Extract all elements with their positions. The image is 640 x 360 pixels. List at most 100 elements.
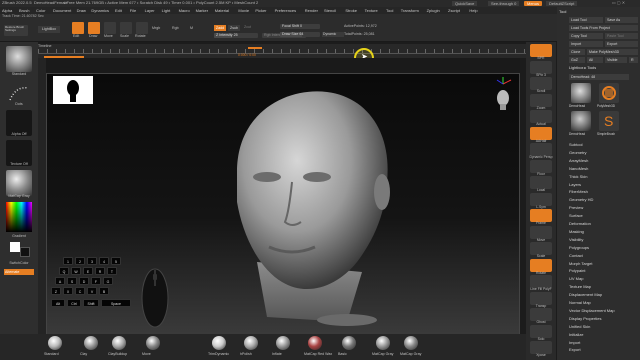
shelf-button-move[interactable] [530, 225, 552, 239]
document-canvas[interactable]: 1 2 3 4 5 Q W E R T A S D F G Z X C V B Alt Ctrl Shift Space [46, 73, 520, 335]
tool-thumb-demohead[interactable] [571, 83, 591, 103]
quicksave-button[interactable]: QuickSave [452, 1, 478, 6]
subpalette-display-properties[interactable]: Display Properties [569, 316, 601, 321]
edit-mode-button[interactable] [72, 22, 84, 34]
export-button[interactable]: Export [605, 41, 638, 47]
subpalette-masking[interactable]: Masking [569, 229, 584, 234]
default-zscript-button[interactable]: DefaultZScript [546, 1, 578, 6]
menu-render[interactable]: Render [305, 8, 318, 13]
shelf-button-l-sym[interactable] [530, 192, 552, 206]
tool-thumb-demohead-2[interactable] [571, 111, 591, 131]
zadd-button[interactable]: Zadd [214, 25, 226, 31]
head-sculpt-model[interactable] [197, 82, 417, 334]
zcut-button[interactable]: Zcut [244, 25, 251, 30]
subpalette-layers[interactable]: Layers [569, 182, 581, 187]
current-tool-slider[interactable]: DemoHead: 48 [569, 74, 629, 80]
navigation-gizmo[interactable] [491, 76, 515, 116]
copy-tool-button[interactable]: Copy Tool [569, 33, 603, 39]
tool-thumb-simplebrush[interactable]: S [599, 111, 619, 131]
mrgb-toggle[interactable]: Mrgb [152, 26, 160, 31]
menu-stencil[interactable]: Stencil [324, 8, 336, 13]
lightbox-tools-link[interactable]: Lightbox ▸ Tools [569, 66, 596, 71]
menu-macro[interactable]: Macro [179, 8, 190, 13]
save-as-button[interactable]: Save As [605, 17, 638, 23]
see-through-slider[interactable]: See-through 0 [488, 1, 520, 6]
subpalette-uv-map[interactable]: UV Map [569, 277, 583, 281]
shelf-thumb-1[interactable] [84, 336, 98, 350]
subpalette-unified-skin[interactable]: Unified Skin [569, 324, 590, 329]
menu-light[interactable]: Light [162, 8, 171, 13]
clone-button[interactable]: Clone [569, 49, 585, 55]
menu-material[interactable]: Material [215, 8, 229, 13]
secondary-color-swatch[interactable] [20, 247, 30, 257]
move-mode-button[interactable] [104, 22, 116, 34]
import-button[interactable]: Import [569, 41, 603, 47]
subpalette-thick-skin[interactable]: Thick Skin [569, 174, 587, 179]
subpalette-vector-displacement-map[interactable]: Vector Displacement Map [569, 308, 615, 313]
color-picker[interactable] [6, 202, 32, 232]
menu-alpha[interactable]: Alpha [2, 8, 12, 13]
m-toggle[interactable]: M [190, 26, 193, 31]
subpalette-deformation[interactable]: Deformation [569, 222, 591, 226]
subpalette-visibility[interactable]: Visibility [569, 237, 583, 242]
lightbox-button[interactable]: LightBox [38, 26, 60, 33]
shelf-thumb-0[interactable] [48, 336, 62, 350]
menu-dynamics[interactable]: Dynamics [91, 8, 109, 13]
shelf-thumb-5[interactable] [244, 336, 258, 350]
shelf-thumb-8[interactable] [342, 336, 356, 350]
menu-zplugin[interactable]: Zplugin [427, 8, 440, 13]
menu-stroke[interactable]: Stroke [345, 8, 357, 13]
draw-mode-button[interactable] [88, 22, 100, 34]
subpalette-polygroups[interactable]: Polygroups [569, 245, 589, 250]
brush-thumbnail[interactable] [6, 46, 32, 72]
subpalette-subtool[interactable]: Subtool [569, 143, 583, 147]
shelf-thumb-6[interactable] [276, 336, 290, 350]
menu-texture[interactable]: Texture [365, 8, 378, 13]
r-button[interactable]: R [629, 57, 638, 63]
subpalette-surface[interactable]: Surface [569, 214, 583, 218]
load-tools-from-project-button[interactable]: Load Tools From Project [569, 25, 638, 31]
subpalette-fibermesh[interactable]: FiberMesh [569, 190, 588, 194]
subpalette-contact[interactable]: Contact [569, 253, 583, 258]
menus-button[interactable]: Menus [524, 1, 543, 6]
subpalette-displacement-map[interactable]: Displacement Map [569, 293, 602, 297]
subpalette-preview[interactable]: Preview [569, 206, 583, 210]
shelf-thumb-10[interactable] [404, 336, 418, 350]
all-button[interactable]: All [587, 57, 603, 63]
shelf-button-transp[interactable] [530, 291, 552, 305]
switch-color-button[interactable]: SwitchColor [0, 261, 38, 266]
subpalette-nanomesh[interactable]: NanoMesh [569, 166, 588, 171]
timeline-playhead[interactable] [248, 47, 262, 49]
material-thumbnail[interactable] [6, 170, 32, 196]
menu-preferences[interactable]: Preferences [275, 8, 297, 13]
subpalette-normal-map[interactable]: Normal Map [569, 301, 591, 305]
menu-draw[interactable]: Draw [77, 8, 86, 13]
menu-edit[interactable]: Edit [115, 8, 122, 13]
subpalette-export[interactable]: Export [569, 348, 581, 352]
shelf-thumb-3[interactable] [146, 336, 160, 350]
shelf-button-rotate[interactable] [530, 258, 552, 272]
menu-layer[interactable]: Layer [145, 8, 155, 13]
subpalette-import[interactable]: Import [569, 340, 580, 345]
draw-size-slider[interactable]: Draw Size 64 [280, 32, 320, 37]
rgb-toggle[interactable]: Rgb [172, 26, 179, 31]
subpalette-geometry-hd[interactable]: Geometry HD [569, 198, 593, 202]
shelf-button-zoom[interactable] [530, 93, 552, 107]
menu-brush[interactable]: Brush [19, 8, 29, 13]
menu-file[interactable]: File [130, 8, 136, 13]
shelf-thumb-9[interactable] [376, 336, 390, 350]
zsub-button[interactable]: Zsub [228, 25, 240, 31]
shelf-button-solo[interactable] [530, 324, 552, 338]
paste-tool-button[interactable]: Paste Tool [605, 33, 638, 39]
menu-picker[interactable]: Picker [255, 8, 266, 13]
shelf-button-spix-3[interactable] [530, 60, 552, 74]
menu-tool[interactable]: Tool [386, 8, 393, 13]
shelf-button-floor[interactable] [530, 159, 552, 173]
alternate-button[interactable]: Alternate [4, 269, 34, 275]
goz-button[interactable]: GoZ [569, 57, 585, 63]
shelf-thumb-4[interactable] [212, 336, 226, 350]
visible-button[interactable]: Visible [605, 57, 627, 63]
scale-mode-button[interactable] [120, 22, 132, 34]
tool-thumb-polymesh3d[interactable] [599, 83, 619, 103]
subpalette-morph-target[interactable]: Morph Target [569, 261, 593, 266]
